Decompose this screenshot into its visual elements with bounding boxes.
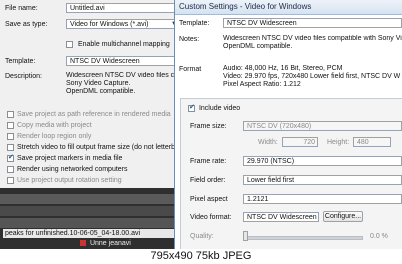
- copy-media-checkbox[interactable]: [7, 121, 14, 129]
- format-line: Audio: 48,000 Hz, 16 Bit, Stereo, PCM: [223, 65, 343, 72]
- quality-slider-track[interactable]: [243, 236, 363, 240]
- frame-size-select[interactable]: NTSC DV (720x480): [243, 121, 402, 131]
- include-video-option[interactable]: Include video: [188, 103, 241, 113]
- file-name-input[interactable]: Untitled.avi: [66, 3, 180, 13]
- dlg-template-value: NTSC DV Widescreen: [227, 20, 297, 27]
- file-name-label: File name:: [5, 5, 38, 12]
- option-save-markers[interactable]: Save project markers in media file: [7, 153, 123, 163]
- path-reference-checkbox[interactable]: [7, 110, 14, 118]
- frame-rate-value: 29.970 (NTSC): [247, 158, 295, 165]
- file-list-row: [0, 194, 182, 204]
- frame-size-label: Frame size:: [190, 123, 227, 130]
- dialog-title: Custom Settings - Video for Windows: [179, 2, 312, 11]
- notes-line: OpenDML compatible.: [223, 43, 293, 50]
- peaks-file-label: peaks for unfinished.10-06-05_04-18.00.a…: [3, 229, 181, 238]
- video-format-value: NTSC DV Widescreen: [247, 214, 317, 221]
- option-label: Use project output rotation setting: [17, 177, 122, 184]
- option-label: Render loop region only: [17, 133, 92, 140]
- include-video-label: Include video: [198, 105, 241, 113]
- dlg-format-text: Audio: 48,000 Hz, 16 Bit, Stereo, PCM Vi…: [223, 65, 402, 89]
- quality-label: Quality:: [190, 233, 214, 240]
- multichannel-checkbox[interactable]: [66, 41, 73, 48]
- frame-rate-label: Frame rate:: [190, 158, 227, 165]
- file-list-row: [0, 218, 182, 228]
- file-list-row: [0, 206, 182, 216]
- dlg-template-label: Template:: [179, 20, 210, 27]
- save-markers-checkbox[interactable]: [7, 153, 14, 162]
- multichannel-option[interactable]: Enable multichannel mapping: [66, 41, 170, 48]
- image-caption: 795x490 75kb JPEG: [0, 249, 402, 264]
- frame-rate-select[interactable]: 29.970 (NTSC): [243, 156, 402, 166]
- description-text: Widescreen NTSC DV video files c Sony Vi…: [66, 72, 182, 96]
- description-line: Sony Video Capture.: [66, 80, 131, 87]
- width-input[interactable]: 720: [282, 137, 318, 147]
- networked-render-checkbox[interactable]: [7, 165, 14, 173]
- dlg-template-select[interactable]: NTSC DV Widescreen: [223, 18, 402, 28]
- quality-percent: 0.0 %: [370, 233, 388, 240]
- option-output-rotation[interactable]: Use project output rotation setting: [7, 176, 122, 185]
- option-label: Save project markers in media file: [17, 155, 123, 162]
- render-loop-checkbox[interactable]: [7, 132, 14, 140]
- frame-size-value: NTSC DV (720x480): [247, 123, 312, 130]
- option-stretch-video[interactable]: Stretch video to fill output frame size …: [7, 143, 185, 152]
- format-line: Video: 29.970 fps, 720x480 Lower field f…: [223, 73, 401, 80]
- field-order-label: Field order:: [190, 177, 226, 184]
- template-select[interactable]: NTSC DV Widescreen: [66, 56, 180, 66]
- template-label: Template:: [5, 58, 36, 65]
- quality-slider-thumb[interactable]: [243, 231, 248, 241]
- include-video-checkbox[interactable]: [188, 103, 195, 112]
- option-path-reference[interactable]: Save project as path reference in render…: [7, 110, 171, 119]
- configure-button[interactable]: Configure...: [323, 211, 363, 222]
- option-label: Stretch video to fill output frame size …: [17, 144, 185, 151]
- dlg-notes-label: Notes:: [179, 36, 200, 43]
- height-input[interactable]: 480: [353, 137, 391, 147]
- option-label: Render using networked computers: [17, 166, 128, 173]
- dialog-title-bar: Custom Settings - Video for Windows: [175, 0, 402, 15]
- option-copy-media[interactable]: Copy media with project: [7, 121, 92, 130]
- video-format-label: Video format:: [190, 214, 232, 221]
- pixel-aspect-select[interactable]: 1.2121: [243, 194, 402, 204]
- stretch-video-checkbox[interactable]: [7, 143, 14, 151]
- pixel-aspect-label: Pixel aspect: [190, 196, 228, 203]
- option-label: Copy media with project: [17, 122, 92, 129]
- save-as-type-value: Video for Windows (*.avi): [70, 21, 149, 28]
- template-value: NTSC DV Widescreen: [70, 58, 140, 65]
- field-order-select[interactable]: Lower field first: [243, 175, 402, 185]
- width-label: Width:: [258, 139, 278, 146]
- save-as-type-label: Save as type:: [5, 21, 48, 28]
- avi-file-icon: [80, 240, 86, 247]
- height-label: Height:: [327, 139, 350, 146]
- pixel-aspect-value: 1.2121: [247, 196, 269, 203]
- option-label: Save project as path reference in render…: [17, 111, 171, 118]
- notes-line: Widescreen NTSC DV video files compatibl…: [223, 35, 402, 42]
- dlg-notes-text: Widescreen NTSC DV video files compatibl…: [223, 35, 402, 51]
- description-label: Description:: [5, 73, 42, 80]
- description-line: OpenDML compatible.: [66, 88, 136, 95]
- option-networked-render[interactable]: Render using networked computers: [7, 165, 128, 174]
- video-format-select[interactable]: NTSC DV Widescreen: [243, 212, 319, 222]
- file-list-item[interactable]: Unne jeanavi: [80, 240, 131, 247]
- save-as-type-select[interactable]: Video for Windows (*.avi) ▼: [66, 19, 180, 29]
- format-line: Pixel Aspect Ratio: 1.212: [223, 81, 301, 88]
- multichannel-label: Enable multichannel mapping: [77, 41, 170, 49]
- dlg-format-label: Format: [179, 66, 202, 73]
- output-rotation-checkbox[interactable]: [7, 176, 14, 184]
- description-line: Widescreen NTSC DV video files c: [66, 72, 175, 79]
- file-entry-label: Unne jeanavi: [89, 240, 131, 247]
- field-order-value: Lower field first: [247, 177, 295, 184]
- option-render-loop[interactable]: Render loop region only: [7, 132, 91, 141]
